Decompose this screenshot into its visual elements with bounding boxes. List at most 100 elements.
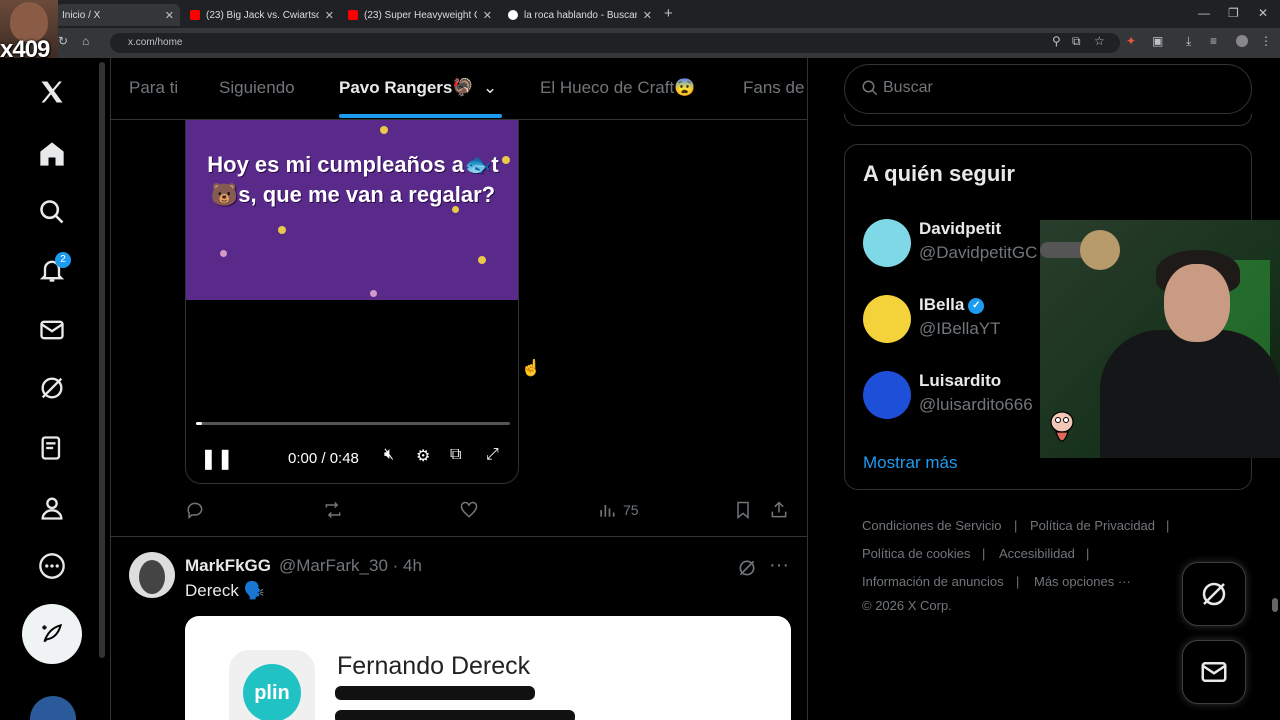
footer-link-privacy[interactable]: Política de Privacidad bbox=[1030, 518, 1155, 533]
profile-icon[interactable] bbox=[30, 486, 74, 530]
repost-icon[interactable] bbox=[323, 500, 343, 520]
search-box[interactable]: Buscar bbox=[844, 64, 1252, 114]
maximize-button[interactable]: ❐ bbox=[1228, 6, 1239, 20]
close-window-button[interactable]: ✕ bbox=[1258, 6, 1268, 20]
extensions-puzzle-icon[interactable]: ▣ bbox=[1152, 34, 1163, 48]
user-avatar[interactable] bbox=[863, 219, 911, 267]
youtube-icon bbox=[190, 10, 200, 20]
compose-post-button[interactable] bbox=[22, 604, 82, 664]
plin-logo-text: plin bbox=[243, 664, 301, 720]
address-bar-row: x.com/home bbox=[0, 28, 1280, 58]
reply-icon[interactable] bbox=[185, 500, 205, 520]
tweet-author-handle[interactable]: @MarFark_30 · 4h bbox=[279, 556, 422, 576]
home-icon[interactable]: ⌂ bbox=[82, 34, 89, 48]
user-handle: @DavidpetitGC bbox=[919, 243, 1038, 262]
close-icon[interactable]: ✕ bbox=[483, 9, 492, 22]
x-logo-icon[interactable] bbox=[30, 70, 74, 114]
footer-link-more-options[interactable]: Más opciones ··· bbox=[1034, 574, 1131, 589]
reload-icon[interactable]: ↻ bbox=[58, 34, 68, 48]
tab-siguiendo[interactable]: Siguiendo bbox=[219, 78, 295, 98]
views-chart-icon bbox=[600, 505, 615, 517]
footer-separator: | bbox=[1086, 546, 1090, 561]
messages-envelope-icon[interactable] bbox=[30, 308, 74, 352]
picture-in-picture-icon[interactable]: ⧉ bbox=[450, 446, 461, 464]
extension-icon[interactable]: ✦ bbox=[1126, 34, 1136, 48]
browser-tab-bar: Inicio / X ✕ (23) Big Jack vs. Ćwiartson… bbox=[0, 0, 1280, 28]
footer-link-terms[interactable]: Condiciones de Servicio bbox=[862, 518, 1001, 533]
video-time: 0:00 / 0:48 bbox=[288, 450, 359, 467]
show-more-link[interactable]: Mostrar más bbox=[863, 453, 957, 473]
tweet-author-avatar[interactable] bbox=[129, 552, 175, 598]
confetti bbox=[220, 250, 227, 257]
browser-tab-google[interactable]: la roca hablando - Buscar con G ✕ bbox=[502, 4, 658, 26]
tab-title: la roca hablando - Buscar con G bbox=[524, 9, 637, 21]
share-icon[interactable] bbox=[769, 500, 789, 520]
install-icon[interactable]: ⧉ bbox=[1072, 34, 1081, 49]
minimize-button[interactable]: — bbox=[1198, 6, 1210, 20]
download-icon[interactable]: ⤓ bbox=[1186, 34, 1191, 49]
video-progress-bar[interactable] bbox=[196, 422, 510, 425]
bookmark-icon[interactable] bbox=[733, 500, 753, 520]
video-player[interactable]: Hoy es mi cumpleaños a🐟t🐻s, que me van a… bbox=[185, 120, 519, 484]
footer-link-cookies[interactable]: Política de cookies bbox=[862, 546, 970, 561]
browser-tab-x[interactable]: Inicio / X ✕ bbox=[56, 4, 180, 26]
pause-icon[interactable]: ❚❚ bbox=[200, 446, 234, 471]
previous-card-edge bbox=[844, 114, 1252, 126]
media-icon[interactable]: ≡ bbox=[1210, 34, 1217, 48]
browser-tab-youtube-2[interactable]: (23) Super Heavyweight Conte ✕ bbox=[342, 4, 498, 26]
settings-gear-icon[interactable]: ⚙ bbox=[416, 446, 430, 466]
new-tab-button[interactable]: + bbox=[664, 5, 673, 22]
close-icon[interactable]: ✕ bbox=[165, 9, 174, 22]
close-icon[interactable]: ✕ bbox=[325, 9, 334, 22]
views-button[interactable]: 75 bbox=[597, 500, 639, 520]
url-field[interactable]: x.com/home bbox=[110, 33, 1120, 53]
mute-icon[interactable]: 🔇︎ bbox=[384, 446, 394, 464]
tab-title: (23) Super Heavyweight Conte bbox=[364, 9, 477, 21]
user-name[interactable]: Davidpetit bbox=[919, 219, 1001, 239]
close-icon[interactable]: ✕ bbox=[643, 9, 652, 22]
google-icon bbox=[508, 10, 518, 20]
user-name[interactable]: IBella ✓ bbox=[919, 295, 985, 315]
like-heart-icon[interactable] bbox=[459, 500, 479, 520]
messages-fab-button[interactable] bbox=[1182, 640, 1246, 704]
left-scrollbar[interactable] bbox=[99, 62, 105, 658]
tab-hueco-de-craft[interactable]: El Hueco de Craft😨 bbox=[540, 78, 695, 98]
footer-separator: | bbox=[1166, 518, 1170, 533]
tab-para-ti[interactable]: Para ti bbox=[129, 78, 178, 98]
mascot-sticker-icon bbox=[1050, 411, 1074, 442]
footer-link-ads-info[interactable]: Información de anuncios bbox=[862, 574, 1004, 589]
lists-icon[interactable] bbox=[30, 426, 74, 470]
tweet-text: Dereck 🗣️ bbox=[185, 581, 265, 600]
views-count: 75 bbox=[623, 502, 639, 518]
home-icon[interactable] bbox=[30, 132, 74, 176]
tab-title: Inicio / X bbox=[62, 9, 101, 21]
more-icon[interactable] bbox=[30, 544, 74, 588]
user-avatar[interactable] bbox=[863, 371, 911, 419]
menu-icon[interactable]: ⋮ bbox=[1260, 34, 1272, 48]
search-icon[interactable] bbox=[30, 190, 74, 234]
bookmark-star-icon[interactable]: ☆ bbox=[1094, 34, 1105, 48]
fullscreen-icon[interactable]: ⤢ bbox=[486, 446, 499, 464]
user-avatar[interactable] bbox=[863, 295, 911, 343]
footer-link-accessibility[interactable]: Accesibilidad bbox=[999, 546, 1075, 561]
tab-fans-de[interactable]: Fans de bbox=[743, 78, 804, 98]
card-name: Fernando Dereck bbox=[337, 652, 531, 680]
tab-pavo-rangers[interactable]: Pavo Rangers🦃 bbox=[339, 78, 474, 98]
grok-icon[interactable] bbox=[737, 558, 757, 578]
grok-fab-button[interactable] bbox=[1182, 562, 1246, 626]
search-placeholder: Buscar bbox=[883, 79, 933, 96]
zoom-icon[interactable]: ⚲ bbox=[1052, 34, 1061, 48]
grok-icon[interactable] bbox=[30, 366, 74, 410]
tweet-image[interactable]: plin Fernando Dereck bbox=[185, 616, 791, 720]
confetti bbox=[478, 256, 486, 264]
chevron-down-icon[interactable]: ⌄ bbox=[483, 78, 497, 98]
tweet-actions: 75 bbox=[111, 494, 807, 524]
user-name[interactable]: Luisardito bbox=[919, 371, 1001, 391]
feather-icon bbox=[42, 623, 63, 643]
more-options-icon[interactable]: ··· bbox=[769, 554, 789, 577]
browser-profile-avatar[interactable] bbox=[1236, 35, 1248, 47]
right-scrollbar[interactable] bbox=[1272, 598, 1278, 612]
tweet[interactable]: MarkFkGG @MarFark_30 · 4h ··· Dereck 🗣️ … bbox=[111, 538, 807, 720]
tweet-author-name[interactable]: MarkFkGG bbox=[185, 556, 271, 576]
browser-tab-youtube-1[interactable]: (23) Big Jack vs. Ćwiartson | Pie ✕ bbox=[184, 4, 340, 26]
